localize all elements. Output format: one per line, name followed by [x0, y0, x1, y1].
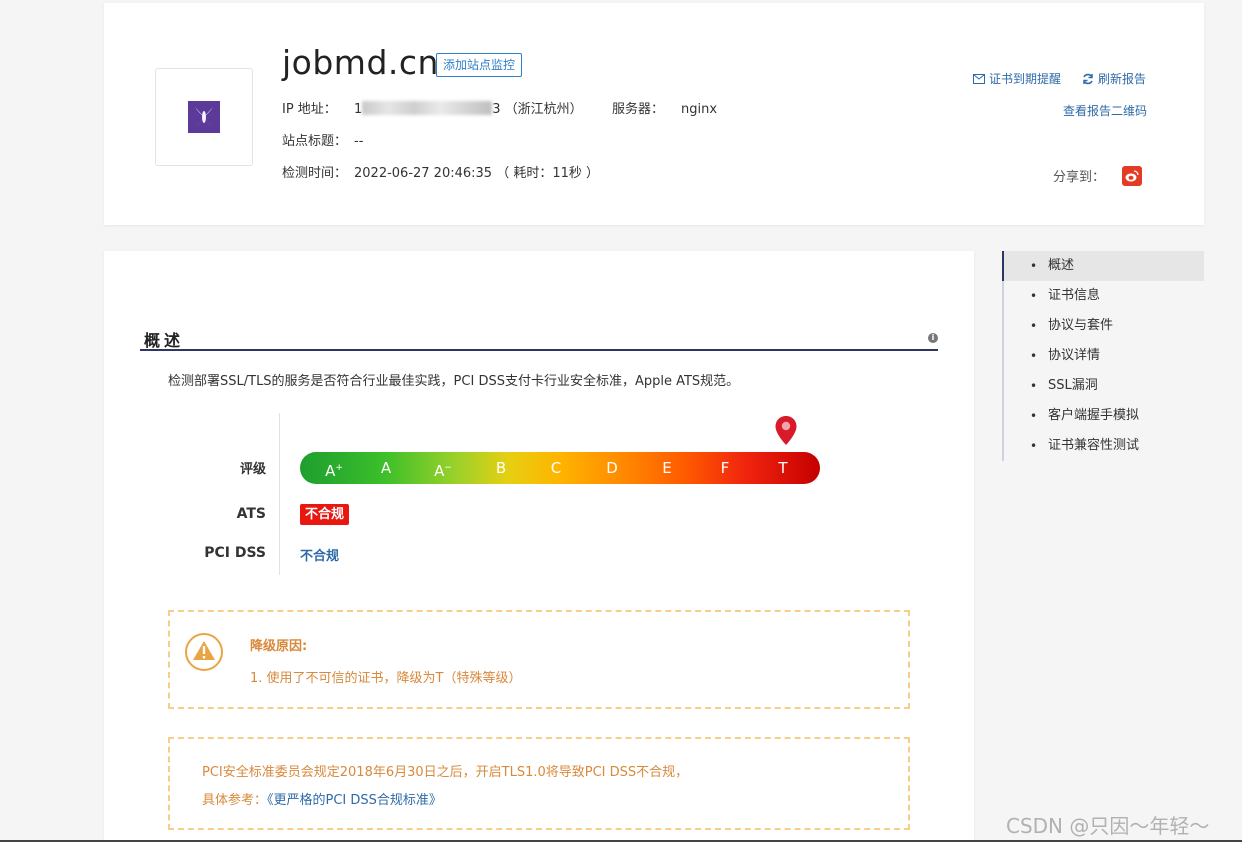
side-nav-item[interactable]: 协议与套件	[1004, 311, 1204, 341]
grade-7: E	[652, 452, 682, 484]
ip-row: IP 地址： 1 3 （浙江杭州）	[282, 100, 583, 120]
grade-modifier: +	[335, 463, 343, 473]
site-title-row: 站点标题： --	[282, 132, 363, 152]
grade-scale-bar: A+ A A− B C D E F T	[300, 452, 820, 484]
mail-icon	[973, 73, 985, 84]
side-nav-item-label: SSL漏洞	[1048, 378, 1098, 393]
warning-icon	[185, 633, 223, 671]
server-value: nginx	[681, 102, 718, 117]
side-nav-item-label: 协议与套件	[1048, 318, 1114, 333]
side-nav-item[interactable]: 证书兼容性测试	[1004, 431, 1204, 461]
grade-2: A	[371, 452, 401, 484]
site-title-value: --	[354, 134, 364, 149]
grade-6: D	[597, 452, 627, 484]
refresh-report-label: 刷新报告	[1098, 72, 1147, 86]
side-nav-active-marker	[1002, 251, 1004, 281]
side-nav-item[interactable]: SSL漏洞	[1004, 371, 1204, 401]
grade-1: A+	[319, 452, 349, 484]
side-nav-item[interactable]: 概述	[1002, 251, 1204, 281]
check-time-label: 检测时间：	[282, 166, 348, 181]
csdn-watermark: CSDN @只因～年轻～	[1006, 814, 1210, 838]
overview-section-title: 概述	[144, 331, 185, 350]
pci-dss-status-link[interactable]: 不合规	[300, 545, 339, 564]
ip-value: 1 3 （浙江杭州）	[354, 100, 583, 120]
ats-status-badge: 不合规	[300, 504, 350, 525]
check-time-row: 检测时间： 2022-06-27 20:46:35 （ 耗时：11秒 ）	[282, 164, 599, 184]
grade-letter: F	[720, 459, 730, 477]
refresh-report-link[interactable]: 刷新报告	[1082, 70, 1146, 87]
ip-location: （浙江杭州）	[504, 102, 583, 117]
grade-5: C	[541, 452, 571, 484]
pci-reference-label: 具体参考：	[202, 793, 268, 808]
downgrade-reason: 1. 使用了不可信的证书，降级为T（特殊等级）	[250, 671, 522, 686]
server-row: 服务器： nginx	[612, 100, 717, 120]
server-label: 服务器：	[612, 102, 665, 117]
ip-visible-prefix: 1	[354, 102, 363, 117]
grade-8: F	[710, 452, 740, 484]
side-nav-item-label: 证书兼容性测试	[1048, 438, 1140, 453]
grade-4: B	[486, 452, 516, 484]
weibo-icon	[1125, 170, 1139, 182]
rating-vertical-divider	[279, 413, 280, 575]
section-side-nav: 概述证书信息协议与套件协议详情 SSL漏洞客户端握手模拟证书兼容性测试	[1002, 251, 1204, 461]
ip-label: IP 地址：	[282, 102, 337, 117]
downgrade-title: 降级原因:	[250, 639, 308, 654]
grade-letter: B	[495, 459, 507, 477]
ip-visible-suffix: 3	[492, 102, 501, 117]
refresh-icon	[1083, 73, 1093, 84]
side-nav-item-label: 客户端握手模拟	[1048, 408, 1140, 423]
check-time-value: 2022-06-27 20:46:35 （ 耗时：11秒 ）	[354, 166, 600, 181]
side-nav-item-label: 证书信息	[1048, 288, 1101, 303]
ip-blurred-region	[362, 101, 493, 115]
grade-letter: A	[434, 462, 445, 480]
side-nav-item[interactable]: 证书信息	[1004, 281, 1204, 311]
side-nav-item[interactable]: 客户端握手模拟	[1004, 401, 1204, 431]
pci-reference-row: 具体参考：《更严格的PCI DSS合规标准》	[202, 789, 442, 808]
site-favicon-icon	[188, 101, 220, 133]
current-grade-pin-icon	[775, 416, 797, 445]
weibo-share-button[interactable]	[1122, 166, 1142, 186]
report-qr-code-link[interactable]: 查看报告二维码	[1063, 102, 1147, 119]
grade-label: 评级	[239, 462, 266, 477]
grade-letter: E	[662, 459, 672, 477]
side-nav-item-label: 协议详情	[1048, 348, 1101, 363]
info-icon[interactable]: i	[928, 333, 938, 343]
cert-expiry-alert-label: 证书到期提醒	[989, 72, 1062, 86]
side-nav-item-label: 概述	[1048, 258, 1075, 273]
section-divider	[140, 349, 938, 351]
site-title-label: 站点标题：	[282, 134, 348, 149]
grade-3: A−	[428, 452, 458, 484]
grade-letter: D	[606, 459, 618, 477]
site-domain-title: jobmd.cn	[282, 43, 439, 82]
grade-9: T	[768, 452, 798, 484]
site-header-card: jobmd.cn 添加站点监控 IP 地址： 1 3 （浙江杭州） 服务器： nginx…	[104, 3, 1204, 225]
grade-letter: A	[380, 459, 392, 477]
grade-letter: T	[778, 459, 788, 477]
ats-label: ATS	[236, 506, 266, 522]
grade-letter: A	[325, 462, 336, 480]
grade-letter: C	[550, 459, 562, 477]
cert-expiry-alert-link[interactable]: 证书到期提醒	[973, 70, 1061, 87]
grade-modifier: −	[444, 463, 452, 473]
pci-dss-label: PCI DSS	[204, 545, 266, 561]
overview-description: 检测部署SSL/TLS的服务是否符合行业最佳实践，PCI DSS支付卡行业安全标…	[168, 374, 740, 389]
pci-notice-box: PCI安全标准委员会规定2018年6月30日之后，开启TLS1.0将导致PCI …	[168, 737, 910, 830]
pci-reference-link[interactable]: 《更严格的PCI DSS合规标准》	[267, 793, 442, 808]
site-favicon-box	[155, 68, 253, 166]
downgrade-warning-box: 降级原因: 1. 使用了不可信的证书，降级为T（特殊等级）	[168, 610, 910, 709]
share-label: 分享到：	[1053, 170, 1106, 185]
overview-card: 概述 i 检测部署SSL/TLS的服务是否符合行业最佳实践，PCI DSS支付卡…	[104, 251, 974, 842]
side-nav-item[interactable]: 协议详情	[1004, 341, 1204, 371]
pci-notice-text: PCI安全标准委员会规定2018年6月30日之后，开启TLS1.0将导致PCI …	[202, 765, 689, 780]
add-monitor-button[interactable]: 添加站点监控	[436, 53, 523, 77]
